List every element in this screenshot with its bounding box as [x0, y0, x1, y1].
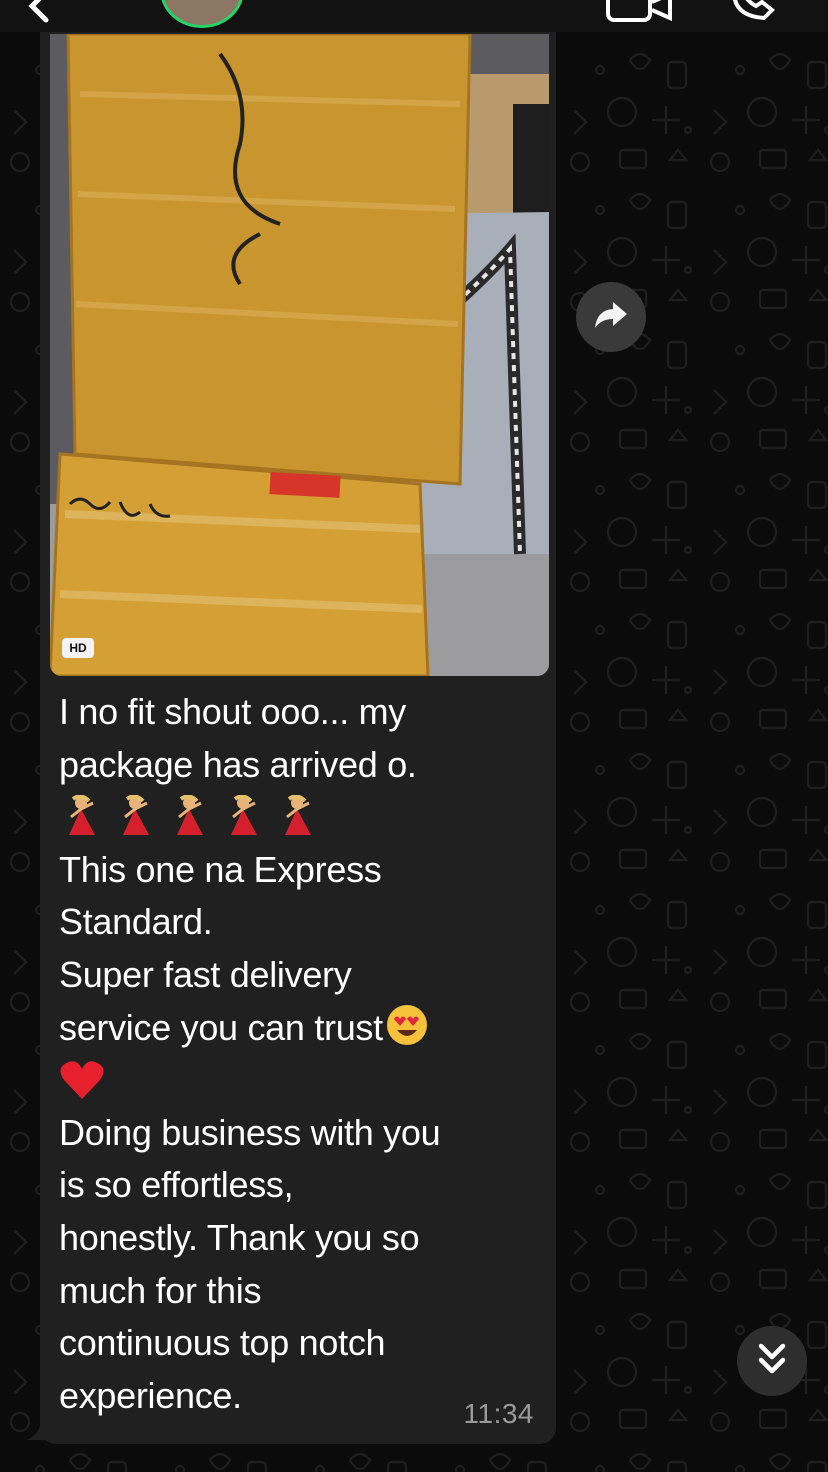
- message-bubble[interactable]: HD I no fit shout ooo... my package has …: [40, 32, 556, 1444]
- heart-eyes-emoji: [386, 1004, 427, 1045]
- message-line: I no fit shout ooo... my: [59, 691, 406, 732]
- forward-arrow-icon: [593, 300, 629, 335]
- forward-button[interactable]: [576, 282, 646, 352]
- message-line: Doing business with you: [59, 1111, 441, 1153]
- message-line: Super fast delivery: [59, 953, 352, 995]
- dancer-emoji: [123, 795, 149, 836]
- scroll-to-bottom-button[interactable]: [737, 1326, 807, 1396]
- message-line: is so effortless,: [59, 1164, 294, 1206]
- dancer-emoji-row: [59, 791, 539, 844]
- message-line: Standard.: [59, 901, 213, 943]
- message-text: I no fit shout ooo... my package has arr…: [59, 686, 539, 1422]
- contact-avatar[interactable]: [160, 0, 244, 28]
- red-heart-emoji: [60, 1061, 104, 1100]
- hd-badge: HD: [62, 638, 94, 658]
- chevron-left-icon[interactable]: [20, 0, 60, 31]
- dancer-emoji: [69, 795, 95, 836]
- message-line: much for this: [59, 1269, 262, 1311]
- video-camera-icon[interactable]: [606, 0, 676, 29]
- message-timestamp: 11:34: [463, 1398, 534, 1429]
- message-line: service you can trust: [59, 1006, 383, 1048]
- dancer-emoji: [231, 795, 257, 836]
- dancer-emoji: [177, 795, 203, 836]
- double-chevron-down-icon: [755, 1342, 789, 1381]
- phone-icon[interactable]: [728, 0, 778, 27]
- bubble-tail: [27, 1418, 47, 1440]
- dancer-emoji: [285, 795, 311, 836]
- chat-header: [0, 0, 828, 32]
- message-photo[interactable]: [50, 34, 549, 676]
- message-line-trust: service you can trust: [59, 1002, 539, 1055]
- heart-emoji-row: [59, 1054, 539, 1107]
- message-line: continuous top notch: [59, 1322, 386, 1364]
- message-line: This one na Express: [59, 848, 382, 890]
- message-line: honestly. Thank you so: [59, 1216, 420, 1258]
- message-line: package has arrived o.: [59, 743, 417, 785]
